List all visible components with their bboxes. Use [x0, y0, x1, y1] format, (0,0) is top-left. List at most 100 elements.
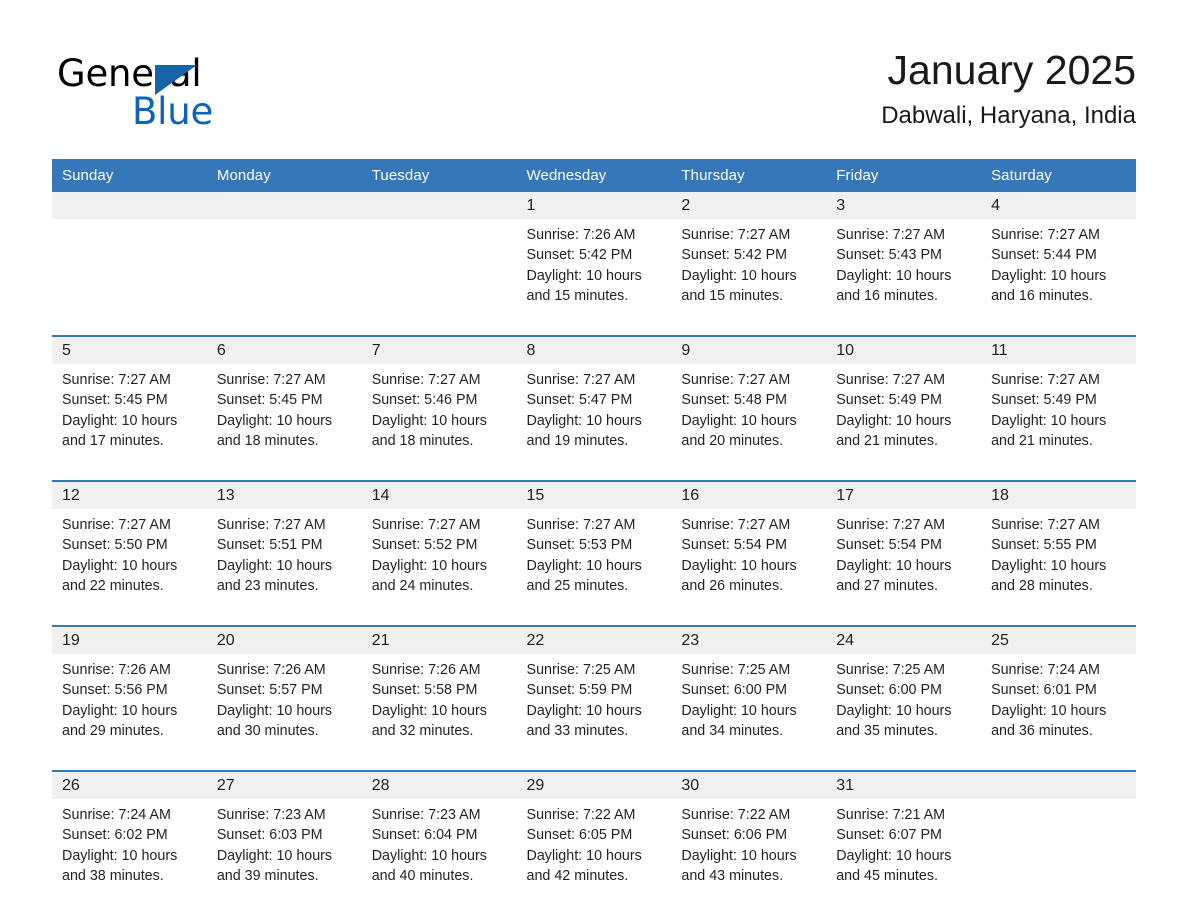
- day-details: Sunrise: 7:27 AM Sunset: 5:45 PM Daylight:…: [207, 364, 362, 451]
- day-cell[interactable]: 28 Sunrise: 7:23 AM Sunset: 6:04 PM Dayligh…: [361, 770, 517, 905]
- day-number: 25: [981, 627, 1136, 654]
- sunset-text: Sunset: 5:48 PM: [681, 392, 788, 409]
- day-cell[interactable]: 10 Sunrise: 7:27 AM Sunset: 5:49 PM Dayligh…: [826, 335, 982, 470]
- day-cell[interactable]: 15 Sunrise: 7:27 AM Sunset: 5:53 PM Dayligh…: [516, 480, 672, 615]
- logo-text-blue: Blue: [132, 90, 214, 133]
- day-cell[interactable]: 22 Sunrise: 7:25 AM Sunset: 5:59 PM Dayligh…: [516, 625, 672, 760]
- day-details: Sunrise: 7:25 AM Sunset: 6:00 PM Daylight:…: [671, 654, 826, 741]
- day-details: Sunrise: 7:26 AM Sunset: 5:57 PM Daylight:…: [207, 654, 362, 741]
- daylight-text-line1: Daylight: 10 hours: [991, 557, 1107, 574]
- sunset-text: Sunset: 5:49 PM: [991, 392, 1097, 409]
- sunrise-text: Sunrise: 7:21 AM: [836, 807, 946, 823]
- sunrise-text: Sunrise: 7:27 AM: [681, 517, 791, 533]
- sunrise-text: Sunrise: 7:27 AM: [62, 517, 171, 533]
- sunrise-text: Sunrise: 7:27 AM: [836, 227, 946, 243]
- day-cell[interactable]: 8 Sunrise: 7:27 AM Sunset: 5:47 PM Daylight…: [516, 335, 672, 470]
- location-subtitle: Dabwali, Haryana, India: [881, 102, 1136, 129]
- day-cell[interactable]: 3 Sunrise: 7:27 AM Sunset: 5:43 PM Daylight…: [826, 192, 982, 325]
- day-cell[interactable]: 19 Sunrise: 7:26 AM Sunset: 5:56 PM Dayligh…: [52, 625, 207, 760]
- day-number: 2: [671, 192, 827, 219]
- day-number: 17: [826, 482, 982, 509]
- day-cell[interactable]: 2 Sunrise: 7:27 AM Sunset: 5:42 PM Daylight…: [671, 192, 827, 325]
- calendar-body: 1 Sunrise: 7:26 AM Sunset: 5:42 PM Daylight…: [52, 192, 1136, 905]
- day-cell[interactable]: 17 Sunrise: 7:27 AM Sunset: 5:54 PM Dayligh…: [826, 480, 982, 615]
- daylight-text-line2: and 38 minutes.: [62, 867, 164, 884]
- sunset-text: Sunset: 5:49 PM: [836, 392, 942, 409]
- daylight-text-line2: and 15 minutes.: [526, 287, 629, 304]
- day-details: Sunrise: 7:27 AM Sunset: 5:49 PM Daylight:…: [981, 364, 1136, 451]
- sunset-text: Sunset: 5:57 PM: [216, 682, 323, 699]
- day-details: Sunrise: 7:27 AM Sunset: 5:51 PM Daylight:…: [207, 509, 362, 596]
- day-cell-empty: [361, 192, 517, 325]
- day-cell[interactable]: 6 Sunrise: 7:27 AM Sunset: 5:45 PM Daylight…: [206, 335, 362, 470]
- day-details: Sunrise: 7:26 AM Sunset: 5:56 PM Daylight:…: [52, 654, 207, 741]
- day-cell[interactable]: 26 Sunrise: 7:24 AM Sunset: 6:02 PM Dayligh…: [52, 770, 207, 905]
- day-number: 28: [361, 772, 517, 799]
- weekday-header-row: Sunday Monday Tuesday Wednesday Thursday…: [52, 159, 1136, 192]
- day-cell[interactable]: 11 Sunrise: 7:27 AM Sunset: 5:49 PM Dayligh…: [981, 335, 1136, 470]
- sunrise-text: Sunrise: 7:27 AM: [526, 372, 636, 388]
- weekday-header-friday: Friday: [826, 159, 982, 192]
- sunset-text: Sunset: 6:00 PM: [836, 682, 942, 699]
- sunset-text: Sunset: 5:45 PM: [62, 392, 168, 409]
- day-cell[interactable]: 4 Sunrise: 7:27 AM Sunset: 5:44 PM Daylight…: [981, 192, 1136, 325]
- day-cell[interactable]: 1 Sunrise: 7:26 AM Sunset: 5:42 PM Daylight…: [516, 192, 672, 325]
- day-number: 18: [981, 482, 1136, 509]
- daylight-text-line2: and 43 minutes.: [681, 867, 784, 884]
- day-cell[interactable]: 13 Sunrise: 7:27 AM Sunset: 5:51 PM Dayligh…: [206, 480, 362, 615]
- daylight-text-line1: Daylight: 10 hours: [216, 847, 333, 864]
- daylight-text-line1: Daylight: 10 hours: [836, 412, 952, 429]
- day-cell[interactable]: 20 Sunrise: 7:26 AM Sunset: 5:57 PM Dayligh…: [206, 625, 362, 760]
- daylight-text-line2: and 29 minutes.: [62, 722, 164, 739]
- sunrise-text: Sunrise: 7:23 AM: [371, 807, 481, 823]
- daylight-text-line2: and 39 minutes.: [216, 867, 319, 884]
- daylight-text-line2: and 22 minutes.: [62, 577, 164, 594]
- day-cell[interactable]: 23 Sunrise: 7:25 AM Sunset: 6:00 PM Dayligh…: [671, 625, 827, 760]
- day-number: 6: [206, 337, 362, 364]
- sunset-text: Sunset: 5:55 PM: [991, 537, 1097, 554]
- day-cell[interactable]: 31 Sunrise: 7:21 AM Sunset: 6:07 PM Dayligh…: [826, 770, 982, 905]
- sunrise-text: Sunrise: 7:27 AM: [681, 372, 791, 388]
- day-details: Sunrise: 7:27 AM Sunset: 5:47 PM Daylight:…: [517, 364, 672, 451]
- day-cell[interactable]: 27 Sunrise: 7:23 AM Sunset: 6:03 PM Dayligh…: [206, 770, 362, 905]
- day-cell[interactable]: 9 Sunrise: 7:27 AM Sunset: 5:48 PM Daylight…: [671, 335, 827, 470]
- day-cell[interactable]: 25 Sunrise: 7:24 AM Sunset: 6:01 PM Dayligh…: [981, 625, 1136, 760]
- day-cell[interactable]: 16 Sunrise: 7:27 AM Sunset: 5:54 PM Dayligh…: [671, 480, 827, 615]
- calendar-page: General Blue January 2025 Dabwali, Harya…: [0, 0, 1188, 918]
- sunrise-text: Sunrise: 7:27 AM: [991, 372, 1100, 388]
- day-cell[interactable]: 21 Sunrise: 7:26 AM Sunset: 5:58 PM Dayligh…: [361, 625, 517, 760]
- daylight-text-line2: and 15 minutes.: [681, 287, 784, 304]
- sunset-text: Sunset: 6:05 PM: [526, 827, 633, 844]
- sunrise-text: Sunrise: 7:27 AM: [216, 517, 326, 533]
- day-cell[interactable]: 18 Sunrise: 7:27 AM Sunset: 5:55 PM Dayligh…: [981, 480, 1136, 615]
- day-number: 10: [826, 337, 982, 364]
- daylight-text-line1: Daylight: 10 hours: [836, 557, 952, 574]
- day-cell[interactable]: 29 Sunrise: 7:22 AM Sunset: 6:05 PM Dayligh…: [516, 770, 672, 905]
- day-cell[interactable]: 5 Sunrise: 7:27 AM Sunset: 5:45 PM Daylight…: [52, 335, 207, 470]
- daylight-text-line2: and 27 minutes.: [836, 577, 938, 594]
- sunset-text: Sunset: 5:56 PM: [62, 682, 168, 699]
- day-cell[interactable]: 30 Sunrise: 7:22 AM Sunset: 6:06 PM Dayligh…: [671, 770, 827, 905]
- day-number: 13: [206, 482, 362, 509]
- day-cell[interactable]: 24 Sunrise: 7:25 AM Sunset: 6:00 PM Dayligh…: [826, 625, 982, 760]
- day-cell[interactable]: 14 Sunrise: 7:27 AM Sunset: 5:52 PM Dayligh…: [361, 480, 517, 615]
- generalblue-logo[interactable]: General Blue: [57, 52, 297, 133]
- day-cell[interactable]: 7 Sunrise: 7:27 AM Sunset: 5:46 PM Daylight…: [361, 335, 517, 470]
- day-cell[interactable]: 12 Sunrise: 7:27 AM Sunset: 5:50 PM Dayligh…: [52, 480, 207, 615]
- daylight-text-line1: Daylight: 10 hours: [371, 412, 487, 429]
- sunrise-text: Sunrise: 7:27 AM: [836, 372, 946, 388]
- sunset-text: Sunset: 5:46 PM: [371, 392, 478, 409]
- day-number: 14: [361, 482, 517, 509]
- day-number: [361, 192, 517, 219]
- daylight-text-line1: Daylight: 10 hours: [526, 847, 642, 864]
- daylight-text-line1: Daylight: 10 hours: [526, 412, 642, 429]
- daylight-text-line2: and 33 minutes.: [526, 722, 629, 739]
- daylight-text-line1: Daylight: 10 hours: [526, 702, 642, 719]
- week-spacer-row: [52, 760, 1136, 771]
- sunset-text: Sunset: 5:42 PM: [526, 247, 633, 264]
- sunrise-text: Sunrise: 7:27 AM: [371, 517, 481, 533]
- daylight-text-line1: Daylight: 10 hours: [62, 412, 178, 429]
- sunrise-text: Sunrise: 7:24 AM: [62, 807, 171, 823]
- sunrise-text: Sunrise: 7:27 AM: [526, 517, 636, 533]
- daylight-text-line2: and 34 minutes.: [681, 722, 784, 739]
